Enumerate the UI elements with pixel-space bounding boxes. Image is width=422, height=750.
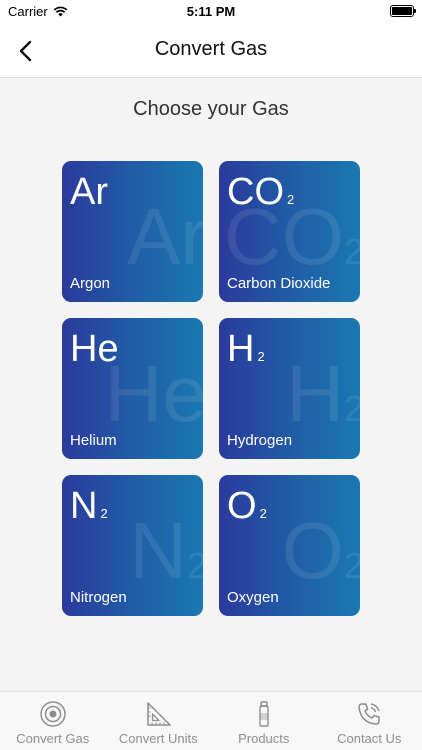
gas-name: Oxygen xyxy=(227,589,279,606)
navigation-bar: Convert Gas xyxy=(0,24,422,78)
gas-name: Carbon Dioxide xyxy=(227,275,331,292)
gas-tile-argon[interactable]: Ar Ar Argon xyxy=(62,161,203,302)
phone-icon xyxy=(358,703,380,725)
battery-icon xyxy=(390,5,416,17)
tab-convert-units[interactable]: Convert Units xyxy=(106,692,212,750)
tab-products[interactable]: Products xyxy=(211,692,317,750)
gas-tile-helium[interactable]: He He Helium xyxy=(62,318,203,459)
tab-label: Convert Units xyxy=(118,731,198,746)
tab-bar: Convert Gas Convert Units Products Conta… xyxy=(0,691,422,750)
gas-name: Nitrogen xyxy=(70,589,127,606)
gas-cylinder-icon xyxy=(40,701,66,727)
gas-symbol: H2 xyxy=(227,328,265,370)
tab-convert-gas[interactable]: Convert Gas xyxy=(0,692,106,750)
gas-symbol: N2 xyxy=(70,485,108,527)
page-title: Convert Gas xyxy=(154,38,268,60)
gas-tile-oxygen[interactable]: O2 O2 Oxygen xyxy=(219,475,360,616)
watermark-symbol: N2 xyxy=(129,506,203,595)
gas-symbol: CO 2 xyxy=(227,171,295,213)
watermark-symbol: O2 xyxy=(281,506,360,595)
section-heading: Choose your Gas xyxy=(133,98,289,120)
watermark-symbol: Ar xyxy=(127,192,203,281)
clock: 5:11 PM xyxy=(186,4,236,19)
gas-name: Argon xyxy=(70,275,111,292)
tab-label: Convert Gas xyxy=(16,731,90,746)
gas-symbol: He xyxy=(70,328,119,370)
tab-contact-us[interactable]: Contact Us xyxy=(317,692,422,750)
status-bar: Carrier 5:11 PM xyxy=(0,0,422,24)
set-square-icon xyxy=(147,702,171,726)
gas-symbol: Ar xyxy=(70,171,108,213)
bottle-icon xyxy=(259,701,269,727)
gas-tile-hydrogen[interactable]: H2 H2 Hydrogen xyxy=(219,318,360,459)
tab-label: Products xyxy=(238,731,290,746)
tab-label: Contact Us xyxy=(337,731,402,746)
gas-name: Hydrogen xyxy=(227,432,293,449)
gas-symbol: O2 xyxy=(227,485,267,527)
gas-name: Helium xyxy=(70,432,117,449)
gas-tile-nitrogen[interactable]: N2 N2 Nitrogen xyxy=(62,475,203,616)
gas-tile-carbon-dioxide[interactable]: CO2 CO 2 Carbon Dioxide xyxy=(219,161,360,302)
watermark-symbol: H2 xyxy=(286,349,360,438)
